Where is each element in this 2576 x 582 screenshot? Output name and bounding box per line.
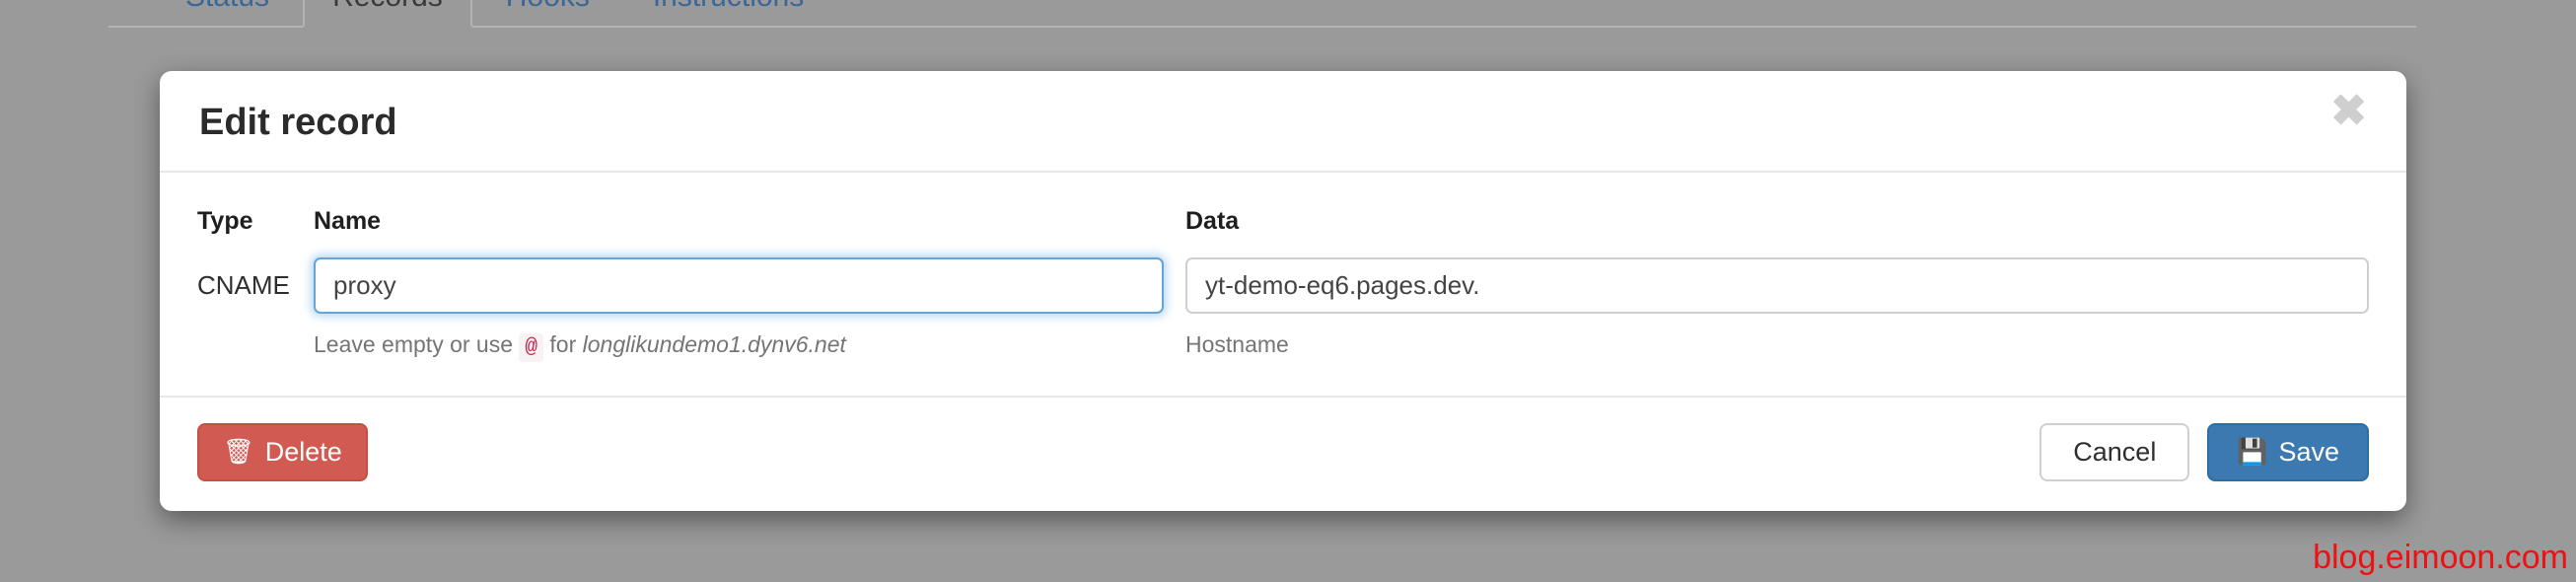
delete-button[interactable]: 🗑 Delete xyxy=(197,423,368,482)
dialog-body: Type CNAME Name Leave empty or use @ for… xyxy=(160,173,2406,395)
floppy-disk-icon: 💾 xyxy=(2237,440,2267,465)
tab-hooks[interactable]: Hooks xyxy=(476,0,619,28)
name-help-text: Leave empty or use @ for longlikundemo1.… xyxy=(314,330,1164,361)
dialog-title: Edit record xyxy=(195,97,397,147)
save-button-label: Save xyxy=(2278,436,2339,470)
field-group-data: Data Hostname xyxy=(1185,206,2369,360)
edit-record-dialog: Edit record ✖ Type CNAME Name Leave empt… xyxy=(160,71,2406,511)
save-button[interactable]: 💾 Save xyxy=(2207,423,2369,482)
field-group-type: Type CNAME xyxy=(197,206,314,313)
type-value: CNAME xyxy=(197,257,314,313)
name-help-domain: longlikundemo1.dynv6.net xyxy=(583,331,846,357)
cancel-button[interactable]: Cancel xyxy=(2039,423,2189,482)
data-label: Data xyxy=(1185,206,2369,236)
tab-records[interactable]: Records xyxy=(303,0,472,28)
data-help-text: Hostname xyxy=(1185,330,2369,360)
name-input[interactable] xyxy=(314,257,1164,314)
name-label: Name xyxy=(314,206,1164,236)
record-tabs: Status Records Hooks Instructions xyxy=(108,0,2416,28)
delete-button-label: Delete xyxy=(265,436,342,470)
watermark: blog.eimoon.com xyxy=(2313,540,2568,576)
footer-actions: Cancel 💾 Save xyxy=(2039,423,2369,482)
dialog-footer: 🗑 Delete Cancel 💾 Save xyxy=(160,396,2406,512)
name-help-middle: for xyxy=(549,331,576,357)
trash-icon: 🗑 xyxy=(223,440,254,465)
field-group-name: Name Leave empty or use @ for longlikund… xyxy=(314,206,1164,361)
type-label: Type xyxy=(197,206,314,236)
dialog-header: Edit record ✖ xyxy=(160,71,2406,173)
data-input[interactable] xyxy=(1185,257,2369,314)
close-icon[interactable]: ✖ xyxy=(2326,97,2371,127)
name-help-prefix: Leave empty or use xyxy=(314,331,513,357)
at-symbol-code: @ xyxy=(519,333,543,362)
tab-status[interactable]: Status xyxy=(156,0,299,28)
tab-instructions[interactable]: Instructions xyxy=(623,0,833,28)
